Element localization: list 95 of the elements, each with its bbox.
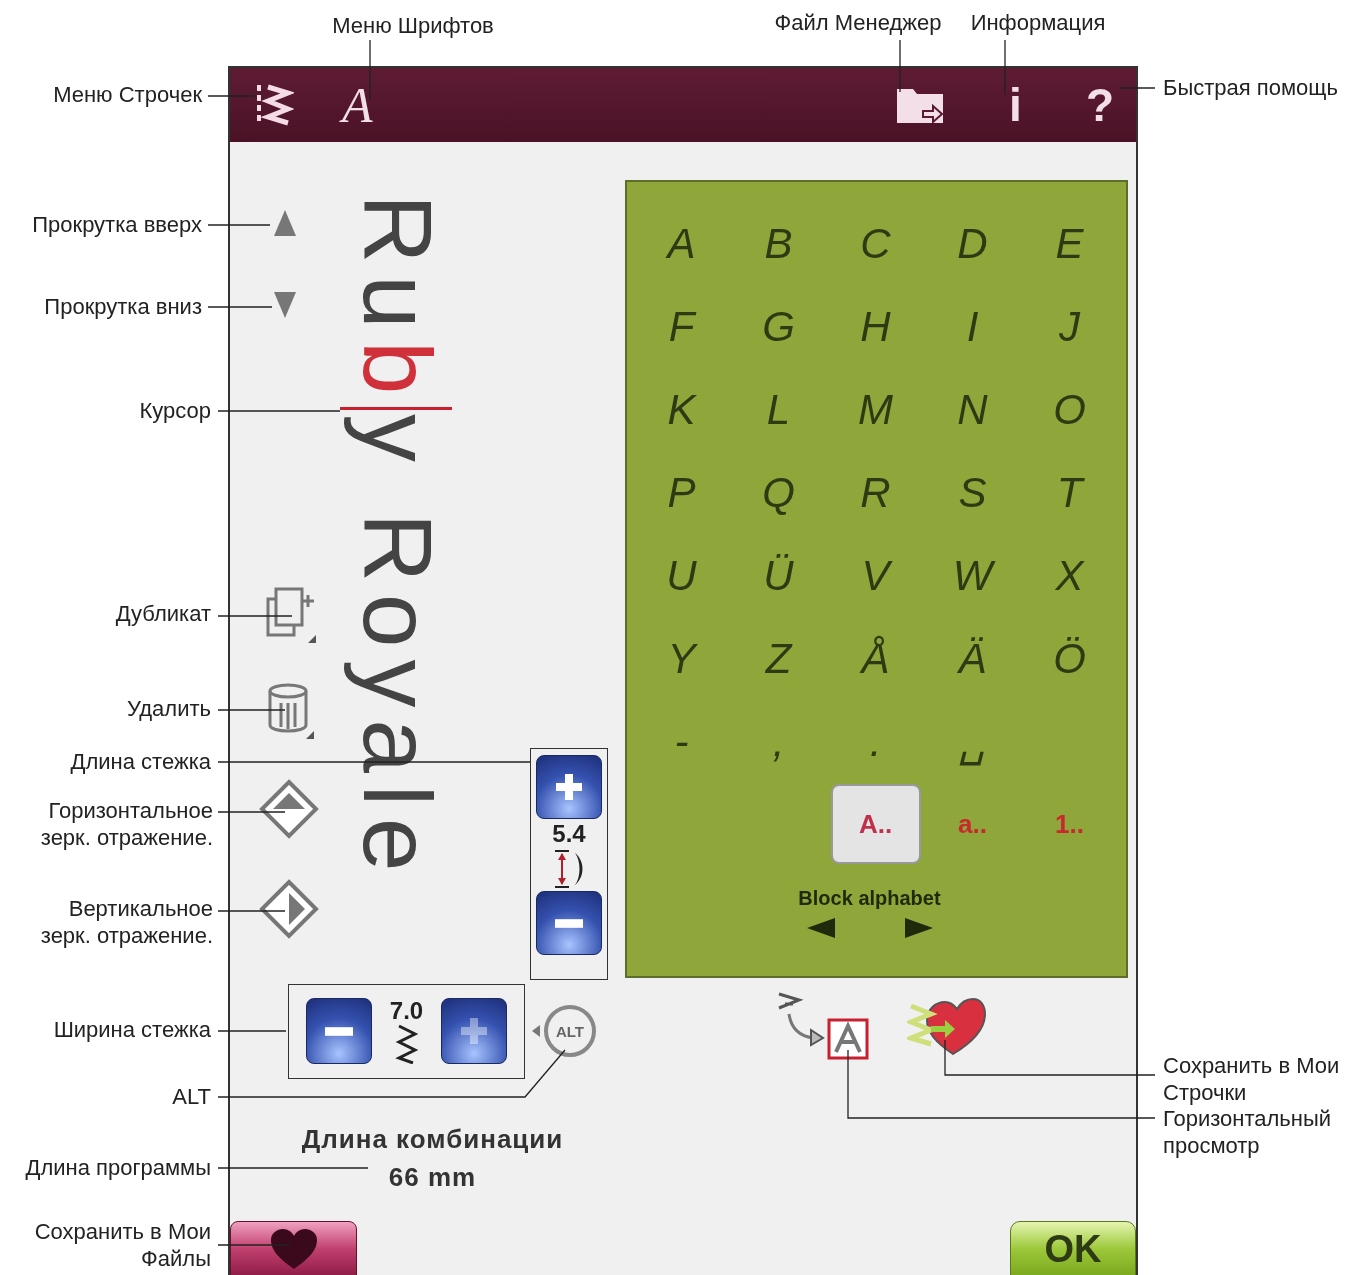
- letter-key[interactable]: Ü: [763, 554, 794, 597]
- diamond-icon[interactable]: [259, 879, 319, 939]
- zigzag-icon: [394, 1024, 419, 1064]
- callout-label: Удалить: [127, 695, 211, 722]
- callout-label: Курсор: [139, 397, 211, 424]
- decrease-button[interactable]: [305, 998, 372, 1064]
- leader-line: [217, 709, 286, 711]
- letter-key[interactable]: G: [762, 305, 795, 348]
- letter-key[interactable]: E: [1055, 222, 1084, 265]
- letter-key[interactable]: Y: [667, 637, 696, 680]
- minus-icon: [324, 1026, 353, 1036]
- callout-label: Вертикальное зерк. отражение.: [40, 895, 213, 949]
- scroll-up-icon[interactable]: [273, 208, 297, 238]
- plus-icon: [554, 772, 584, 802]
- font-name: Block alphabet: [798, 887, 941, 910]
- letter-key[interactable]: .: [869, 720, 882, 763]
- leader-line: [369, 39, 371, 101]
- callout-label: Прокрутка вниз: [44, 293, 202, 320]
- plus-icon: [459, 1016, 490, 1046]
- letter-key[interactable]: C: [860, 222, 891, 265]
- minus-icon: [555, 918, 583, 928]
- callout-label: Меню Шрифтов: [332, 12, 494, 39]
- letter-key[interactable]: Ö: [1053, 637, 1086, 680]
- leader-line: [899, 39, 901, 93]
- program-length-value: 66 mm: [388, 1162, 477, 1192]
- alt-button[interactable]: ALT: [544, 1005, 596, 1057]
- scroll-down-icon[interactable]: [273, 290, 297, 320]
- info-button[interactable]: i: [1009, 82, 1022, 128]
- letter-key[interactable]: Z: [765, 637, 792, 680]
- ok-button[interactable]: OK: [1010, 1221, 1136, 1275]
- stitch-width-value: 7.0: [389, 998, 424, 1024]
- letter-key[interactable]: -: [674, 720, 689, 763]
- callout-label: ALT: [172, 1083, 211, 1110]
- stitch-length-value: 5.4: [552, 821, 586, 847]
- leader-line: [1004, 39, 1006, 96]
- letter-key[interactable]: S: [958, 471, 987, 514]
- callout-label: Сохранить в Мои Файлы: [34, 1218, 211, 1272]
- save-to-files-button[interactable]: [230, 1221, 357, 1275]
- letter-key[interactable]: ,: [772, 720, 785, 763]
- letter-key[interactable]: Ä: [958, 637, 987, 680]
- leader-line: [217, 1030, 287, 1032]
- heart-icon: [268, 1227, 319, 1271]
- increase-button[interactable]: [441, 998, 508, 1064]
- alphabet-tab[interactable]: A..: [830, 784, 921, 864]
- stitch-text: y Royale: [343, 414, 453, 884]
- leader-line: [207, 95, 256, 97]
- font-menu-button[interactable]: A: [338, 80, 377, 130]
- letter-key[interactable]: D: [957, 222, 988, 265]
- previous-arrow-icon[interactable]: [806, 918, 835, 938]
- leader-line: [207, 224, 271, 226]
- callout-label: Длина программы: [25, 1154, 211, 1181]
- letter-key[interactable]: M: [858, 388, 893, 431]
- leader-line: [217, 910, 286, 912]
- callout-label: Горизонтальный просмотр: [1163, 1105, 1332, 1159]
- program-length-label: Длина комбинации: [301, 1124, 564, 1154]
- letter-key[interactable]: X: [1055, 554, 1084, 597]
- leader-line: [1119, 87, 1156, 89]
- callout-label: Меню Строчек: [53, 81, 202, 108]
- letter-key[interactable]: K: [667, 388, 696, 431]
- stitch-text: Ru: [343, 194, 453, 341]
- letter-key[interactable]: J: [1059, 305, 1080, 348]
- increase-button[interactable]: [536, 755, 602, 819]
- callout-label: Файл Менеджер: [774, 9, 942, 36]
- leader-line: [207, 306, 273, 308]
- stitch-menu-icon[interactable]: [254, 83, 294, 127]
- letter-key[interactable]: T: [1056, 471, 1083, 514]
- letter-key[interactable]: O: [1053, 388, 1086, 431]
- trash-icon[interactable]: [266, 683, 316, 739]
- help-button[interactable]: ?: [1085, 82, 1114, 128]
- callout-label: Горизонтальное зерк. отражение.: [40, 797, 213, 851]
- letter-key[interactable]: R: [860, 471, 891, 514]
- callout-label: Сохранить в Мои Строчки: [1163, 1052, 1340, 1106]
- letter-key[interactable]: N: [957, 388, 988, 431]
- letter-key[interactable]: Q: [762, 471, 795, 514]
- letter-key[interactable]: I: [966, 305, 979, 348]
- letter-key[interactable]: B: [764, 222, 793, 265]
- callout-label: Длина стежка: [70, 748, 211, 775]
- letter-key[interactable]: H: [860, 305, 891, 348]
- triangle-left-icon: [532, 1025, 540, 1037]
- letter-key[interactable]: A: [667, 222, 696, 265]
- callout-label: Дубликат: [115, 600, 211, 627]
- stitch-text: b: [343, 340, 453, 407]
- decrease-button[interactable]: [536, 891, 602, 955]
- leader-line: [217, 811, 286, 813]
- letter-key[interactable]: F: [668, 305, 695, 348]
- letter-key[interactable]: L: [766, 388, 791, 431]
- letter-key[interactable]: U: [666, 554, 697, 597]
- letter-key[interactable]: P: [667, 471, 696, 514]
- callout-label: Прокрутка вверх: [32, 211, 202, 238]
- callout-label: Ширина стежка: [53, 1016, 211, 1043]
- next-arrow-icon[interactable]: [904, 918, 933, 938]
- callout-label: Быстрая помощь: [1163, 74, 1338, 101]
- letter-key[interactable]: Å: [861, 637, 890, 680]
- diamond-icon[interactable]: [259, 779, 319, 839]
- callout-label: Информация: [970, 9, 1106, 36]
